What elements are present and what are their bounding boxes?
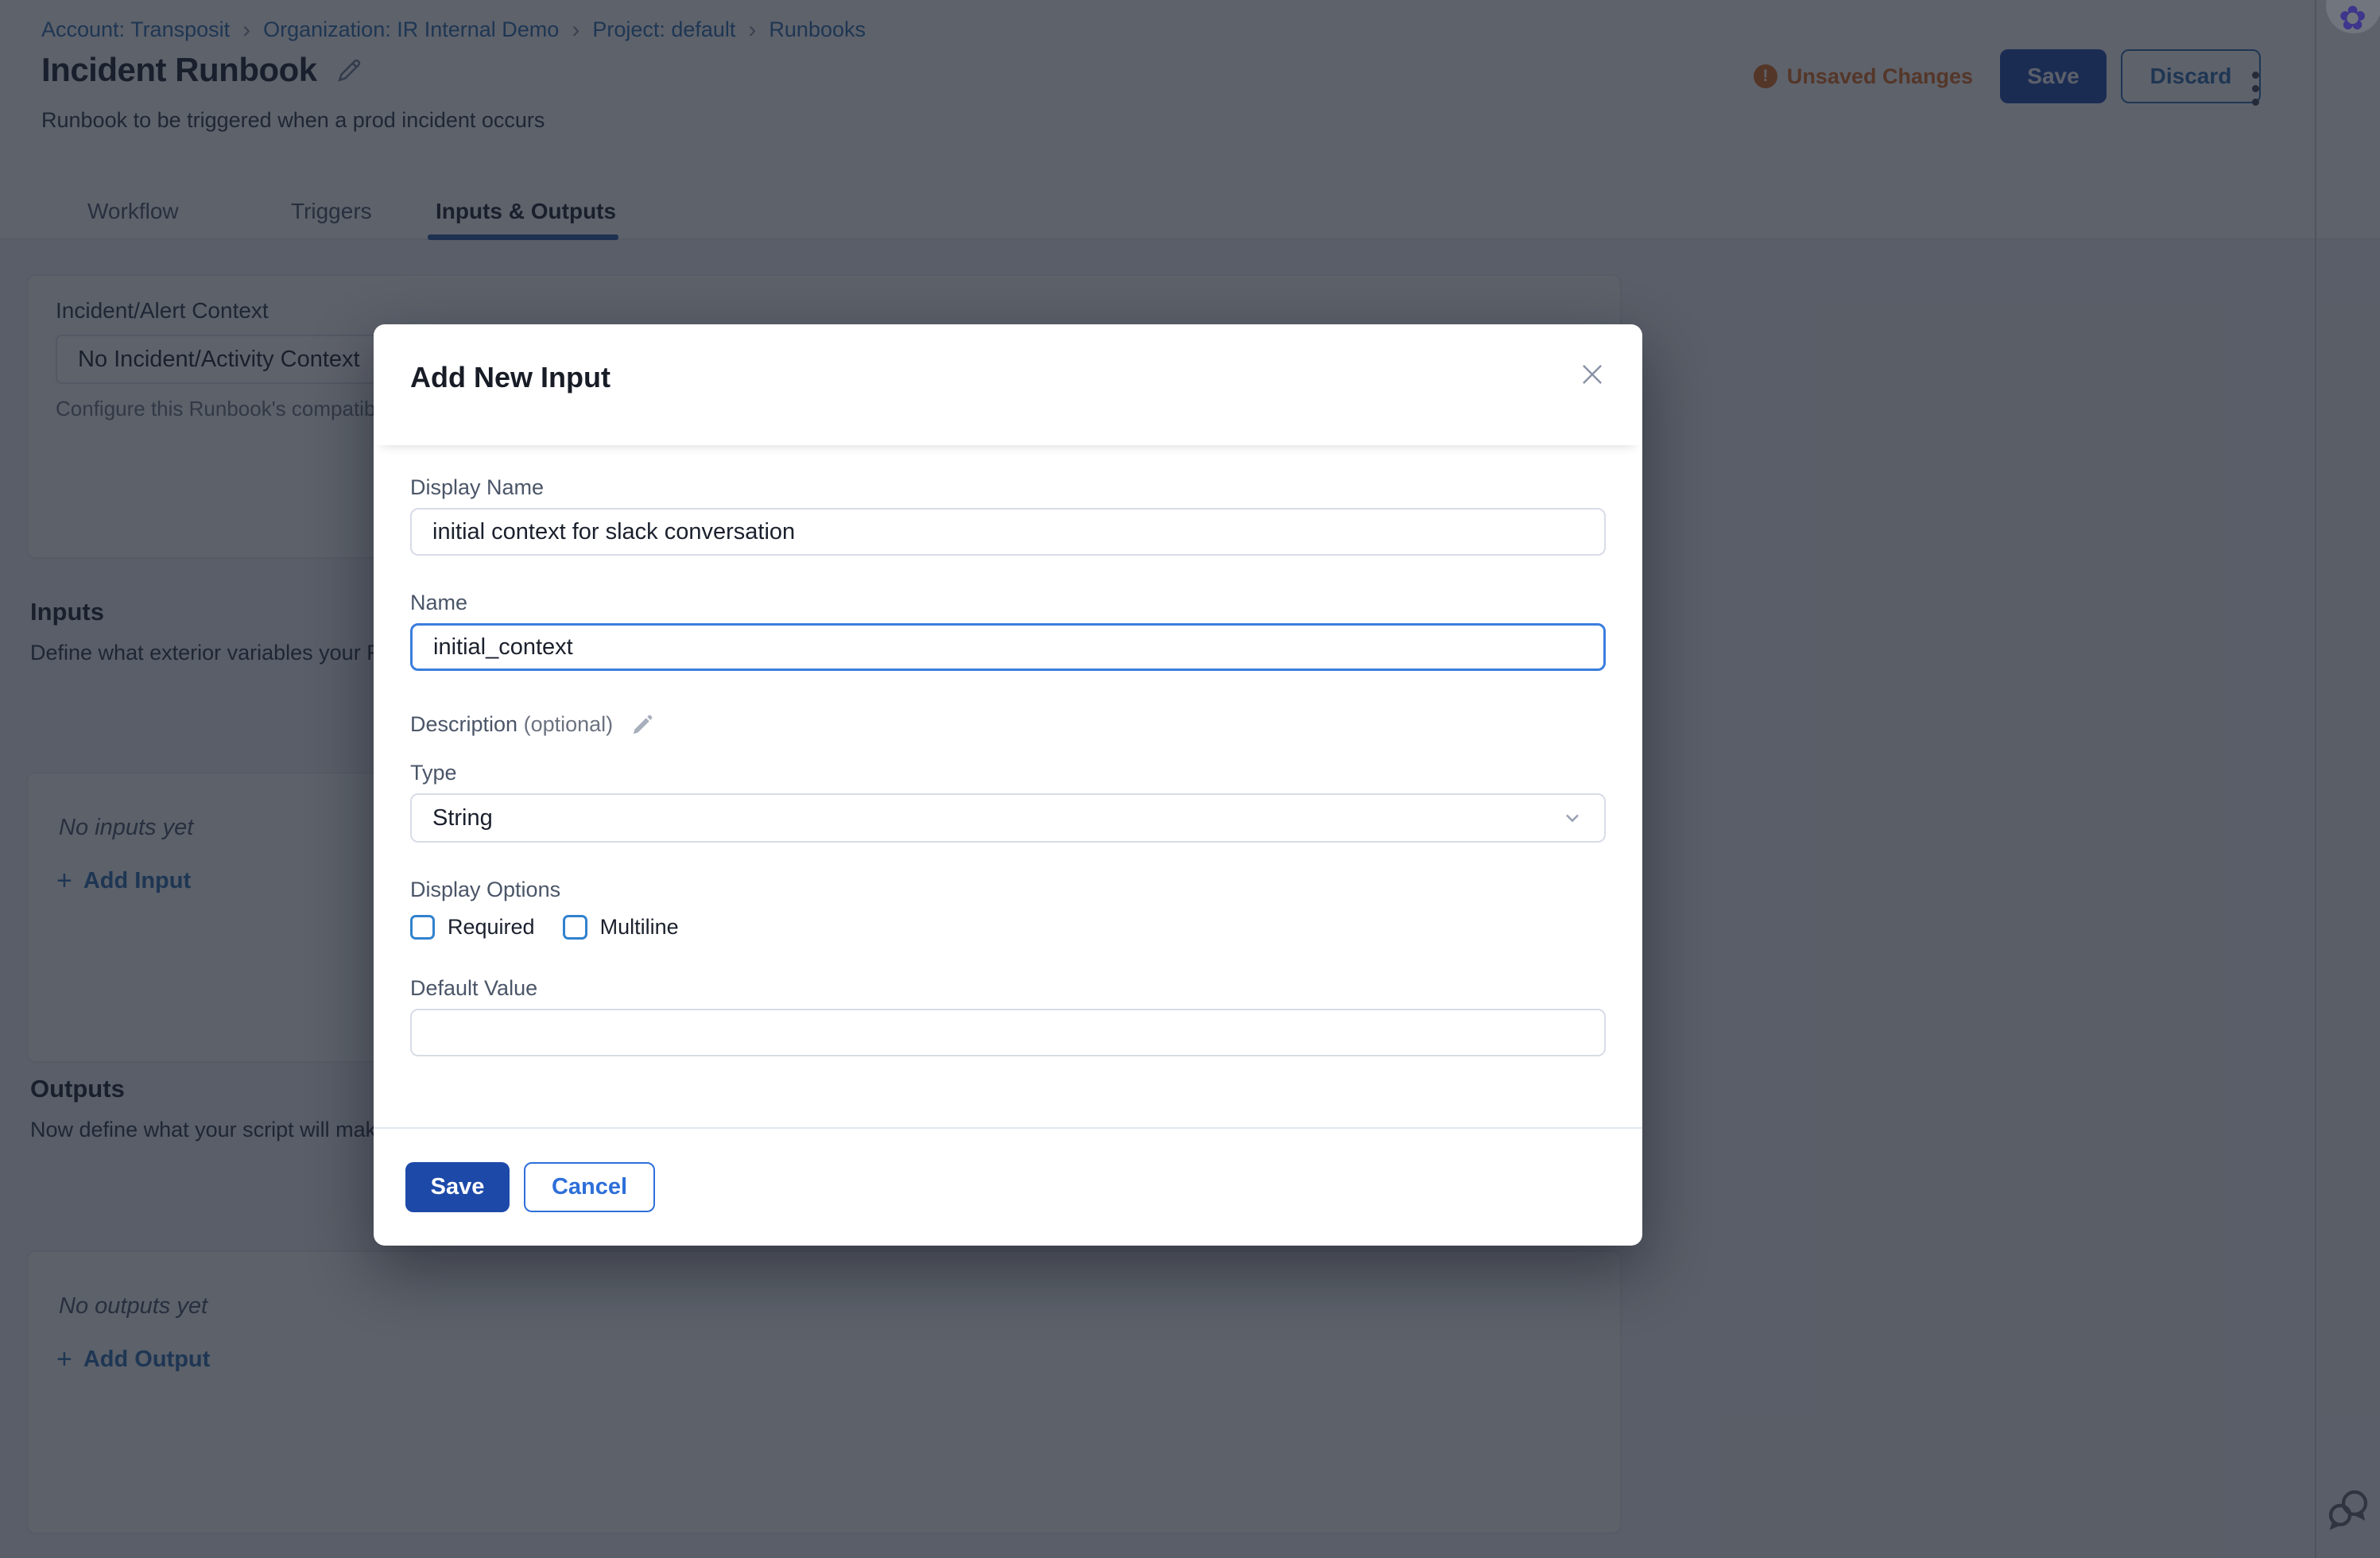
display-name-input[interactable] [410, 508, 1606, 556]
multiline-checkbox-label: Multiline [600, 915, 679, 940]
chat-bubbles-icon[interactable] [2324, 1483, 2375, 1534]
close-icon[interactable] [1577, 359, 1607, 390]
type-label: Type [410, 761, 1606, 785]
modal-footer: Save Cancel [374, 1127, 1642, 1246]
required-checkbox[interactable] [410, 915, 435, 940]
multiline-checkbox[interactable] [563, 915, 587, 940]
flower-icon: ✿ [2339, 2, 2366, 35]
required-checkbox-label: Required [448, 915, 535, 940]
modal-save-button[interactable]: Save [405, 1162, 510, 1212]
type-select[interactable]: String [410, 793, 1606, 843]
screen: Account: Transposit › Organization: IR I… [0, 0, 2380, 1558]
modal-title: Add New Input [410, 361, 1606, 394]
name-label: Name [410, 591, 1606, 615]
chevron-down-icon [1561, 807, 1583, 829]
default-value-input[interactable] [410, 1009, 1606, 1056]
default-value-label: Default Value [410, 976, 1606, 1001]
type-select-value: String [432, 805, 493, 831]
name-input[interactable] [410, 623, 1606, 671]
modal-cancel-button[interactable]: Cancel [524, 1162, 655, 1212]
description-optional-label: (optional) [524, 712, 614, 736]
display-name-label: Display Name [410, 475, 1606, 500]
description-label: Description (optional) [410, 712, 613, 737]
modal-header: Add New Input [374, 324, 1642, 445]
add-new-input-modal: Add New Input Display Name Name Descript… [374, 324, 1642, 1246]
edit-description-pencil-icon[interactable] [630, 713, 654, 737]
display-options-label: Display Options [410, 878, 1606, 902]
